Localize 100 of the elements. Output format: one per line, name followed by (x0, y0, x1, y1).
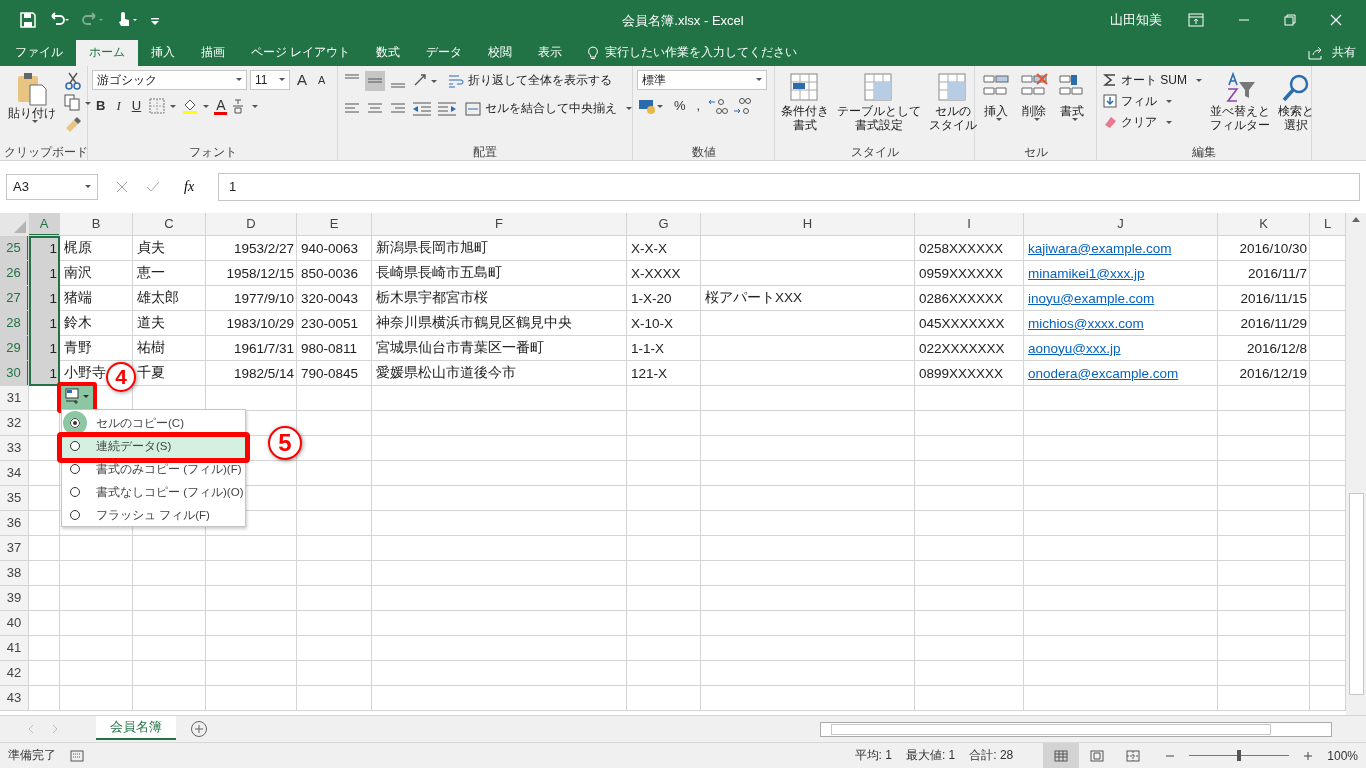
ribbon-tab[interactable]: 数式 (363, 39, 414, 66)
normal-view-button[interactable] (1043, 743, 1080, 768)
insert-function-button[interactable]: fx (178, 177, 201, 196)
macro-record-icon[interactable] (70, 749, 84, 762)
group-label: 編集 (1191, 143, 1217, 160)
phonetic-icon[interactable] (230, 96, 261, 115)
percent-button[interactable]: % (670, 95, 690, 116)
wrap-text-button[interactable]: 折り返して全体を表示する (444, 69, 616, 92)
table-cell: 道夫 (137, 314, 165, 333)
menu-item[interactable]: 書式のみコピー (フィル)(F) (62, 457, 245, 481)
cells-button[interactable]: 削除 (1017, 69, 1051, 123)
font-size-dropdown[interactable]: 11 (250, 69, 290, 90)
vertical-scrollbar[interactable] (1346, 212, 1366, 716)
table-cell: 1958/12/15 (226, 265, 294, 281)
number-format-dropdown[interactable]: 標準 (637, 69, 767, 90)
zoom-percent[interactable]: 100% (1327, 748, 1358, 763)
table-cell: 121-X (631, 365, 668, 381)
merge-center-button[interactable]: セルを結合して中央揃え (461, 97, 636, 120)
radio-button[interactable] (70, 487, 80, 498)
column-header[interactable]: G (627, 212, 701, 236)
font-name-dropdown[interactable]: 游ゴシック (92, 69, 247, 90)
editing-button[interactable]: 検索と 選択 (1276, 69, 1316, 134)
menu-item[interactable]: 書式なしコピー (フィル)(O) (62, 480, 245, 504)
style-button[interactable]: テーブルとして 書式設定 (835, 69, 923, 134)
formula-field[interactable]: 1 (218, 172, 1360, 201)
fill-button[interactable]: フィル (1101, 90, 1174, 112)
ribbon-tab[interactable]: 校閲 (475, 39, 526, 66)
paste-button[interactable]: 貼り付け (4, 69, 60, 125)
table-cell: 2016/10/30 (1239, 240, 1307, 256)
table-cell: 猪端 (64, 289, 92, 308)
add-sheet-icon[interactable] (190, 720, 208, 738)
table-cell: 恵一 (137, 264, 165, 283)
zoom-in-icon[interactable] (1303, 750, 1314, 761)
table-cell: 2016/12/8 (1246, 340, 1307, 356)
max-value: 最大値: 1 (905, 747, 956, 764)
tell-me-box[interactable]: 実行したい作業を入力してください (575, 39, 798, 66)
style-button[interactable]: 条件付き 書式 (779, 69, 831, 134)
redo-icon[interactable] (82, 11, 104, 28)
horizontal-scrollbar[interactable] (820, 721, 1332, 737)
table-cell: 宮城県仙台市青葉区一番町 (376, 339, 544, 358)
column-header[interactable]: H (701, 212, 915, 236)
ribbon-display-icon[interactable] (1188, 12, 1204, 27)
comma-button[interactable]: , (692, 95, 705, 116)
name-box[interactable]: A3 (6, 173, 98, 200)
style-button[interactable]: セルの スタイル (927, 69, 979, 134)
undo-icon[interactable] (48, 11, 70, 28)
zoom-slider[interactable] (1237, 750, 1242, 761)
radio-button[interactable] (70, 510, 80, 521)
enter-icon[interactable] (146, 180, 160, 193)
align-middle-icon[interactable] (365, 70, 385, 91)
radio-button[interactable] (70, 464, 80, 475)
autosum-button[interactable]: オート SUM (1101, 69, 1204, 91)
close-icon[interactable] (1330, 13, 1342, 26)
email-link[interactable]: onodera@excample.com (1028, 365, 1179, 381)
grid-icon (1054, 749, 1069, 762)
editing-button[interactable]: 並べ替えと フィルター (1208, 69, 1272, 134)
ribbon-tab[interactable]: 挿入 (138, 39, 188, 66)
font-style-button[interactable]: B (92, 95, 110, 116)
email-link[interactable]: kajiwara@example.com (1028, 240, 1172, 256)
table-cell: 青野 (64, 339, 92, 358)
column-header[interactable]: J (1024, 212, 1218, 236)
cells-button[interactable]: 書式 (1055, 69, 1089, 123)
cells-button[interactable]: 挿入 (979, 69, 1013, 123)
email-link[interactable]: aonoyu@xxx.jp (1028, 340, 1121, 356)
touch-icon[interactable] (116, 11, 138, 28)
clear-button[interactable]: クリア (1101, 111, 1174, 133)
cancel-icon[interactable] (116, 180, 128, 193)
radio-button[interactable] (70, 441, 80, 452)
email-link[interactable]: minamikei1@xxx.jp (1028, 265, 1145, 281)
sheet-tab[interactable]: 会員名簿 (96, 715, 176, 740)
column-header[interactable]: K (1218, 212, 1310, 236)
decrease-font-button[interactable]: A (314, 69, 330, 90)
save-icon[interactable] (20, 11, 36, 28)
wrap-text-icon (448, 73, 464, 88)
table-cell: 千夏 (137, 364, 165, 383)
ribbon-tab[interactable]: ホーム (76, 39, 138, 66)
table-cell: 桜アパートXXX (705, 289, 802, 308)
restore-icon[interactable] (1284, 13, 1296, 26)
ribbon-tab[interactable]: 描画 (188, 39, 238, 66)
font-color-button[interactable]: A (214, 96, 228, 115)
table-cell: 1 (49, 365, 57, 381)
format-painter-icon[interactable] (64, 115, 82, 134)
column-header[interactable]: F (372, 212, 627, 236)
page-break-icon (1126, 749, 1141, 762)
font-style-button[interactable]: U (127, 95, 146, 116)
cut-icon[interactable] (64, 71, 82, 90)
menu-item[interactable]: フラッシュ フィル(F) (62, 503, 245, 527)
email-link[interactable]: michios@xxxx.com (1028, 315, 1144, 331)
share-button[interactable]: 共有 (1302, 39, 1366, 66)
ribbon-tab[interactable]: 表示 (525, 39, 576, 66)
font-style-button[interactable]: I (112, 95, 125, 116)
copy-icon[interactable] (64, 93, 92, 112)
increase-font-button[interactable]: A (293, 69, 311, 90)
email-link[interactable]: inoyu@example.com (1028, 290, 1155, 306)
menu-item[interactable]: セルのコピー(C) (62, 411, 245, 435)
column-header[interactable]: L (1310, 212, 1346, 236)
ribbon-tab[interactable]: ページ レイアウト (238, 39, 364, 66)
ribbon-tab[interactable]: ファイル (2, 39, 76, 66)
table-cell: 2016/11/29 (1240, 315, 1307, 331)
ribbon-tab[interactable]: データ (413, 39, 476, 66)
